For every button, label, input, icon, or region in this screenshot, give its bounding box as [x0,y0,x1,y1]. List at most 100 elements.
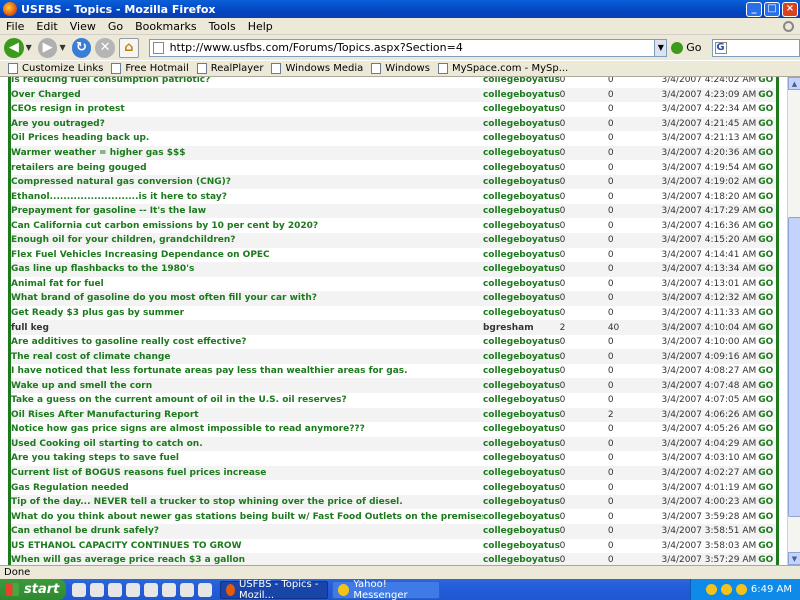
topic-title-link[interactable]: Wake up and smell the corn [11,381,483,391]
topic-title-link[interactable]: US ETHANOL CAPACITY CONTINUES TO GROW [11,541,483,551]
topic-go-link[interactable]: GO [758,541,776,551]
topic-go-link[interactable]: GO [758,424,776,434]
scroll-down-icon[interactable]: ▼ [788,552,800,565]
topic-author-link[interactable]: collegeboyatusf [483,221,560,231]
menu-edit[interactable]: Edit [30,20,63,33]
topic-go-link[interactable]: GO [758,308,776,318]
topic-author-link[interactable]: collegeboyatusf [483,337,560,347]
topic-author-link[interactable]: collegeboyatusf [483,381,560,391]
topic-go-link[interactable]: GO [758,148,776,158]
reload-button[interactable]: ↻ [71,37,92,58]
topic-author-link[interactable]: collegeboyatusf [483,119,560,129]
topic-go-link[interactable]: GO [758,395,776,405]
forward-dropdown-icon[interactable]: ▼ [59,43,65,52]
topic-author-link[interactable]: collegeboyatusf [483,483,560,493]
topic-author-link[interactable]: collegeboyatusf [483,90,560,100]
topic-title-link[interactable]: Flex Fuel Vehicles Increasing Dependance… [11,250,483,260]
topic-title-link[interactable]: The real cost of climate change [11,352,483,362]
tray-icon[interactable] [735,584,747,595]
topic-go-link[interactable]: GO [758,77,776,85]
topic-author-link[interactable]: collegeboyatusf [483,541,560,551]
topic-go-link[interactable]: GO [758,555,776,565]
maximize-button[interactable]: □ [764,1,780,17]
topic-go-link[interactable]: GO [758,250,776,260]
topic-title-link[interactable]: Gas Regulation needed [11,483,483,493]
stop-button[interactable]: ✕ [95,37,115,58]
topic-author-link[interactable]: collegeboyatusf [483,293,560,303]
topic-title-link[interactable]: Can California cut carbon emissions by 1… [11,221,483,231]
topic-go-link[interactable]: GO [758,483,776,493]
quicklaunch-icon[interactable] [180,582,194,597]
topic-author-link[interactable]: collegeboyatusf [483,497,560,507]
topic-title-link[interactable]: Tip of the day... NEVER tell a trucker t… [11,497,483,507]
topic-title-link[interactable]: Used Cooking oil starting to catch on. [11,439,483,449]
back-dropdown-icon[interactable]: ▼ [26,43,32,52]
topic-title-link[interactable]: Is reducing fuel consumption patriotic? [11,77,483,85]
quicklaunch-icon[interactable] [108,582,122,597]
topic-go-link[interactable]: GO [758,453,776,463]
topic-go-link[interactable]: GO [758,512,776,522]
quicklaunch-icon[interactable] [162,582,176,597]
topic-go-link[interactable]: GO [758,381,776,391]
topic-author-link[interactable]: bgresham [483,323,560,333]
topic-title-link[interactable]: CEOs resign in protest [11,104,483,114]
topic-title-link[interactable]: Enough oil for your children, grandchild… [11,235,483,245]
topic-author-link[interactable]: collegeboyatusf [483,308,560,318]
topic-title-link[interactable]: full keg [11,323,483,333]
vertical-scrollbar[interactable]: ▲ ▼ [787,77,800,565]
topic-go-link[interactable]: GO [758,497,776,507]
topic-author-link[interactable]: collegeboyatusf [483,410,560,420]
topic-author-link[interactable]: collegeboyatusf [483,512,560,522]
topic-author-link[interactable]: collegeboyatusf [483,279,560,289]
topic-author-link[interactable]: collegeboyatusf [483,133,560,143]
topic-go-link[interactable]: GO [758,439,776,449]
topic-title-link[interactable]: Notice how gas price signs are almost im… [11,424,483,434]
topic-go-link[interactable]: GO [758,235,776,245]
scroll-up-icon[interactable]: ▲ [788,77,800,90]
topic-author-link[interactable]: collegeboyatusf [483,104,560,114]
topic-author-link[interactable]: collegeboyatusf [483,526,560,536]
topic-go-link[interactable]: GO [758,323,776,333]
topic-title-link[interactable]: Oil Rises After Manufacturing Report [11,410,483,420]
bookmark-free-hotmail[interactable]: Free Hotmail [111,63,189,74]
topic-go-link[interactable]: GO [758,133,776,143]
quicklaunch-icon[interactable] [126,582,140,597]
topic-author-link[interactable]: collegeboyatusf [483,555,560,565]
menu-bookmarks[interactable]: Bookmarks [129,20,202,33]
topic-go-link[interactable]: GO [758,221,776,231]
bookmark-realplayer[interactable]: RealPlayer [196,63,263,74]
topic-title-link[interactable]: retailers are being gouged [11,163,483,173]
topic-go-link[interactable]: GO [758,352,776,362]
bookmark-windows[interactable]: Windows [371,63,430,74]
url-text[interactable]: http://www.usfbs.com/Forums/Topics.aspx?… [170,41,655,54]
bookmark-windows-media[interactable]: Windows Media [271,63,363,74]
topic-title-link[interactable]: Prepayment for gasoline -- It's the law [11,206,483,216]
search-input[interactable]: G [711,38,800,57]
topic-title-link[interactable]: Current list of BOGUS reasons fuel price… [11,468,483,478]
topic-author-link[interactable]: collegeboyatusf [483,453,560,463]
topic-author-link[interactable]: collegeboyatusf [483,439,560,449]
tray-icon[interactable] [705,584,717,595]
menu-file[interactable]: File [0,20,30,33]
back-button[interactable]: ◀ [4,37,24,58]
topic-author-link[interactable]: collegeboyatusf [483,468,560,478]
topic-go-link[interactable]: GO [758,163,776,173]
taskbar-firefox[interactable]: USFBS - Topics - Mozil... [220,579,328,600]
topic-go-link[interactable]: GO [758,264,776,274]
topic-title-link[interactable]: Ethanol..........................is it h… [11,192,483,202]
topic-author-link[interactable]: collegeboyatusf [483,395,560,405]
go-button[interactable]: Go [671,41,702,54]
topic-author-link[interactable]: collegeboyatusf [483,148,560,158]
topic-go-link[interactable]: GO [758,468,776,478]
topic-title-link[interactable]: Animal fat for fuel [11,279,483,289]
menu-tools[interactable]: Tools [203,20,242,33]
quicklaunch-icon[interactable] [72,582,86,597]
bookmark-myspace[interactable]: MySpace.com - MySp... [437,63,568,74]
topic-author-link[interactable]: collegeboyatusf [483,366,560,376]
topic-title-link[interactable]: Take a guess on the current amount of oi… [11,395,483,405]
topic-author-link[interactable]: collegeboyatusf [483,352,560,362]
scroll-thumb[interactable] [788,217,800,517]
topic-author-link[interactable]: collegeboyatusf [483,424,560,434]
topic-go-link[interactable]: GO [758,104,776,114]
topic-go-link[interactable]: GO [758,337,776,347]
